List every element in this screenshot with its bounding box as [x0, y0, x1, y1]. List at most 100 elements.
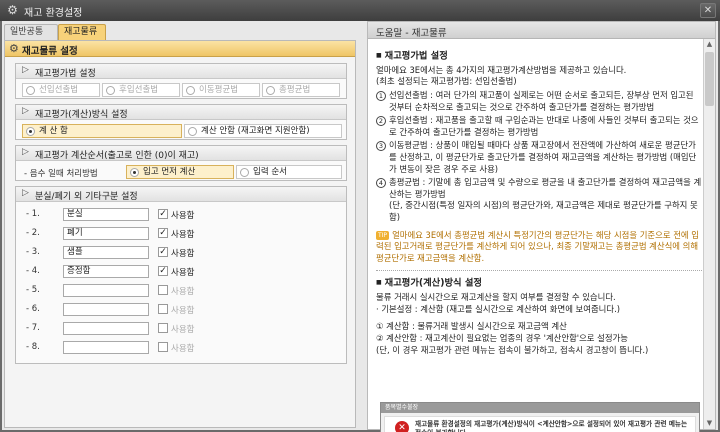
- warning-dialog-preview: 품목별수불장 ✕ 재고물류 환경설정의 재고평가(계산)방식이 <계산안함>으로…: [380, 402, 700, 432]
- help-item: 2 후입선출법 : 재고품을 출고할 때 구입순과는 반대로 나중에 사들인 것부…: [376, 115, 702, 138]
- bullet-icon: ■: [376, 279, 382, 287]
- use-checkbox-label: 사용함: [171, 344, 195, 354]
- close-button[interactable]: ✕: [700, 3, 716, 18]
- group-title: 재고평가법 설정: [35, 69, 96, 79]
- help-text: ① 계산함 : 물류거래 발생시 실시간으로 재고금액 계산: [376, 321, 567, 332]
- collapse-arrow-icon: ▷: [22, 106, 29, 116]
- category-name-input[interactable]: 샘플: [63, 246, 149, 259]
- tab-inventory[interactable]: 재고물류: [58, 24, 106, 41]
- help-text: (최초 설정되는 재고평가법: 선입선출법): [376, 76, 517, 87]
- collapse-arrow-icon: ▷: [22, 147, 29, 157]
- category-name-input[interactable]: 증정함: [63, 265, 149, 278]
- dialog-title: 품목별수불장: [381, 403, 699, 413]
- radio-label: 계산 안함 (재고화면 지원안함): [201, 126, 310, 136]
- radio-total-average[interactable]: 총평균법: [262, 83, 340, 97]
- use-checkbox-label: 사용함: [171, 249, 195, 259]
- help-header: 도움말 - 재고물류: [368, 22, 715, 39]
- tab-general[interactable]: 일반공통: [4, 24, 58, 40]
- tip-box: TIP 얼마에요 3E에서 총평균법 계산시 특정기간의 평균단가는 해당 시점을…: [376, 230, 702, 265]
- radio-label: 입력 순서: [253, 167, 287, 177]
- radio-dot: [240, 168, 249, 177]
- category-name-input[interactable]: [63, 284, 149, 297]
- help-panel: 도움말 - 재고물류 ▲ ▼ ■ 재고평가법 설정 얼마에요 3E에서는 총 4가…: [367, 21, 716, 432]
- category-number: - 7.: [26, 323, 40, 333]
- scroll-thumb[interactable]: [705, 52, 714, 106]
- valuation-timing-group: ▷ 재고평가(계산)방식 설정 계 산 함 계산 안함 (재고화면 지원안함): [15, 104, 347, 140]
- scroll-up-icon[interactable]: ▲: [704, 39, 715, 50]
- item-number: 4: [376, 178, 386, 189]
- radio-dot: [130, 168, 139, 177]
- radio-dot: [186, 86, 195, 95]
- radio-dot: [26, 86, 35, 95]
- help-content: ■ 재고평가법 설정 얼마에요 3E에서는 총 4가지의 재고평가계산방법을 제공…: [376, 44, 702, 356]
- radio-label: 후입선출법: [119, 85, 159, 95]
- category-number: - 3.: [26, 247, 40, 257]
- radio-moving-average[interactable]: 이동평균법: [182, 83, 260, 97]
- help-text: · 기본설정 : 계산함 (재고를 실시간으로 계산하여 화면에 보여줍니다.): [376, 303, 621, 314]
- category-name-input[interactable]: [63, 341, 149, 354]
- help-item: 4 총평균법 : 기말에 총 입고금액 및 수량으로 평균을 내 출고단가를 결정…: [376, 177, 702, 223]
- help-item: 3 이동평균법 : 상품이 매입될 때마다 상품 재고장에서 전잔액에 가산하여 …: [376, 140, 702, 175]
- radio-no-calculate[interactable]: 계산 안함 (재고화면 지원안함): [184, 124, 342, 138]
- item-text: 후입선출법 : 재고품을 출고할 때 구입순과는 반대로 나중에 사들인 것부터…: [389, 115, 699, 137]
- panel-title: 재고물류 설정: [22, 46, 78, 57]
- use-checkbox-label: 사용함: [171, 306, 195, 316]
- use-checkbox[interactable]: ✓: [158, 209, 168, 219]
- category-name-input[interactable]: 분실: [63, 208, 149, 221]
- window-title: 재고 환경설정: [24, 8, 83, 19]
- use-checkbox-label: 사용함: [171, 287, 195, 297]
- category-name-input[interactable]: 폐기: [63, 227, 149, 240]
- category-number: - 1.: [26, 209, 40, 219]
- category-group: ▷ 분실/폐기 외 기타구분 설정 - 1. 분실 ✓ 사용함 - 2. 폐기 ✓ 사용함 - …: [15, 186, 347, 364]
- group-header[interactable]: ▷ 분실/폐기 외 기타구분 설정: [16, 187, 346, 202]
- dialog-message: 재고물류 환경설정의 재고평가(계산)방식이 <계산안함>으로 설정되어 있어 …: [415, 420, 688, 432]
- group-header[interactable]: ▷ 재고평가(계산)방식 설정: [16, 105, 346, 120]
- help-text: 얼마에요 3E에서는 총 4가지의 재고평가계산방법을 제공하고 있습니다.: [376, 64, 627, 75]
- scroll-down-icon[interactable]: ▼: [704, 418, 715, 429]
- help-text: 물류 거래시 실시간으로 재고계산을 할지 여부를 결정할 수 있습니다.: [376, 292, 616, 303]
- use-checkbox[interactable]: [158, 342, 168, 352]
- help-text: (단, 이 경우 재고평가 관련 메뉴는 접속이 불가하고, 접속시 경고창이 …: [376, 344, 649, 355]
- group-header[interactable]: ▷ 재고평가 계산순서(출고로 인한 (0)이 재고): [16, 146, 346, 161]
- category-name-input[interactable]: [63, 322, 149, 335]
- category-number: - 8.: [26, 342, 40, 352]
- help-section-title: ■ 재고평가법 설정: [376, 50, 702, 62]
- radio-input-order[interactable]: 입력 순서: [236, 165, 342, 179]
- category-number: - 2.: [26, 228, 40, 238]
- error-icon: ✕: [395, 421, 409, 432]
- use-checkbox-label: 사용함: [171, 325, 195, 335]
- category-number: - 5.: [26, 285, 40, 295]
- radio-receipt-first[interactable]: 입고 먼저 계산: [126, 165, 234, 179]
- use-checkbox[interactable]: [158, 304, 168, 314]
- radio-dot: [26, 127, 35, 136]
- dialog-body: ✕ 재고물류 환경설정의 재고평가(계산)방식이 <계산안함>으로 설정되어 있…: [384, 416, 696, 432]
- radio-calculate[interactable]: 계 산 함: [22, 124, 182, 138]
- use-checkbox[interactable]: [158, 285, 168, 295]
- group-title: 분실/폐기 외 기타구분 설정: [35, 192, 138, 202]
- category-name-input[interactable]: [63, 303, 149, 316]
- use-checkbox[interactable]: ✓: [158, 228, 168, 238]
- collapse-arrow-icon: ▷: [22, 188, 29, 198]
- group-title: 재고평가(계산)방식 설정: [35, 110, 128, 120]
- item-text: 총평균법 : 기말에 총 입고금액 및 수량으로 평균을 내 출고단가를 결정하…: [389, 177, 702, 199]
- radio-label: 총평균법: [279, 85, 311, 95]
- help-item: 1 선입선출법 : 여러 단가의 재고품이 실제로는 어떤 순서로 출고되든, 장…: [376, 90, 702, 113]
- item-number: 2: [376, 116, 386, 127]
- settings-panel: ⚙ 재고물류 설정 ▷ 재고평가법 설정 선입선출법 후입선출법 이동평균법 총…: [4, 40, 356, 428]
- item-number: 1: [376, 91, 386, 102]
- radio-dot: [106, 86, 115, 95]
- valuation-method-group: ▷ 재고평가법 설정 선입선출법 후입선출법 이동평균법 총평균법: [15, 63, 347, 99]
- help-section-title: ■ 재고평가(계산)방식 설정: [376, 277, 702, 289]
- use-checkbox[interactable]: ✓: [158, 266, 168, 276]
- gear-icon: ⚙: [7, 3, 18, 17]
- tip-text: 얼마에요 3E에서 총평균법 계산시 특정기간의 평균단가는 해당 시점을 기준…: [376, 229, 699, 263]
- radio-dot: [188, 127, 197, 136]
- radio-fifo[interactable]: 선입선출법: [22, 83, 100, 97]
- radio-lifo[interactable]: 후입선출법: [102, 83, 180, 97]
- use-checkbox[interactable]: ✓: [158, 247, 168, 257]
- gear-icon: ⚙: [9, 42, 19, 55]
- group-header[interactable]: ▷ 재고평가법 설정: [16, 64, 346, 79]
- client-area: 일반공통 재고물류 ⚙ 재고물류 설정 ▷ 재고평가법 설정 선입선출법 후입선…: [2, 21, 718, 432]
- use-checkbox[interactable]: [158, 323, 168, 333]
- help-scrollbar[interactable]: ▲ ▼: [703, 39, 715, 429]
